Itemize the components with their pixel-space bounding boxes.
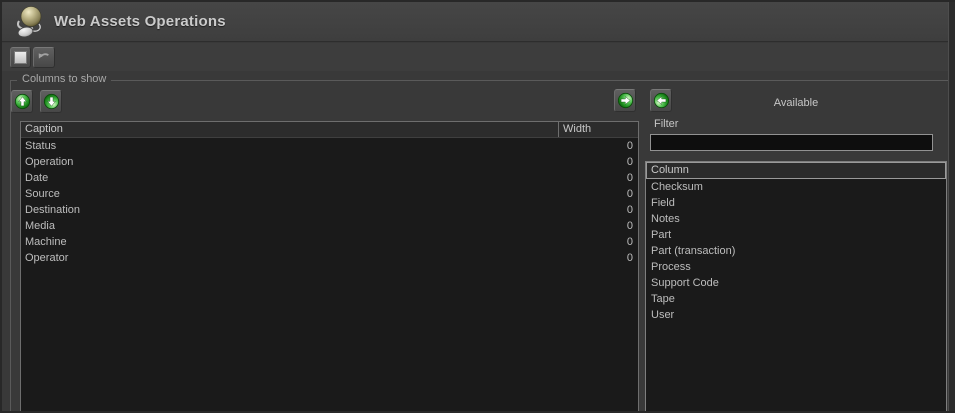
filter-label: Filter bbox=[654, 118, 678, 130]
list-item[interactable]: Notes bbox=[646, 211, 946, 227]
table-row[interactable]: Source 0 bbox=[21, 186, 638, 202]
row-caption: Date bbox=[21, 170, 558, 186]
row-caption: Destination bbox=[21, 202, 558, 218]
row-width: 0 bbox=[558, 154, 638, 170]
table-row[interactable]: Media 0 bbox=[21, 218, 638, 234]
blank-page-icon bbox=[14, 51, 27, 64]
move-down-icon bbox=[43, 93, 60, 110]
page-title: Web Assets Operations bbox=[54, 13, 226, 30]
list-item[interactable]: Process bbox=[646, 259, 946, 275]
window-right-edge bbox=[948, 2, 955, 411]
move-right-icon bbox=[617, 92, 634, 109]
row-caption: Media bbox=[21, 218, 558, 234]
new-button[interactable] bbox=[10, 47, 31, 68]
move-up-button[interactable] bbox=[11, 90, 33, 113]
list-item[interactable]: Part bbox=[646, 227, 946, 243]
filter-input[interactable] bbox=[650, 134, 933, 151]
move-up-icon bbox=[14, 93, 31, 110]
row-caption: Source bbox=[21, 186, 558, 202]
toolbar bbox=[2, 43, 948, 71]
list-item[interactable]: User bbox=[646, 307, 946, 323]
row-caption: Operator bbox=[21, 250, 558, 266]
row-width: 0 bbox=[558, 186, 638, 202]
row-caption: Machine bbox=[21, 234, 558, 250]
app-window: Web Assets Operations Columns to show bbox=[0, 0, 955, 413]
undo-arrow-icon bbox=[36, 50, 52, 66]
web-assets-app-icon bbox=[12, 4, 50, 41]
columns-table-header: Caption Width bbox=[21, 122, 638, 138]
row-caption: Status bbox=[21, 138, 558, 154]
list-item[interactable]: Checksum bbox=[646, 179, 946, 195]
row-width: 0 bbox=[558, 218, 638, 234]
undo-button[interactable] bbox=[33, 47, 55, 68]
move-right-button[interactable] bbox=[614, 89, 636, 112]
row-width: 0 bbox=[558, 250, 638, 266]
caption-column-header[interactable]: Caption bbox=[21, 122, 558, 137]
width-column-header[interactable]: Width bbox=[558, 122, 638, 137]
available-list-header[interactable]: Column bbox=[646, 162, 946, 179]
table-row[interactable]: Date 0 bbox=[21, 170, 638, 186]
table-row[interactable]: Operation 0 bbox=[21, 154, 638, 170]
table-row[interactable]: Machine 0 bbox=[21, 234, 638, 250]
row-width: 0 bbox=[558, 170, 638, 186]
table-row[interactable]: Status 0 bbox=[21, 138, 638, 154]
row-caption: Operation bbox=[21, 154, 558, 170]
table-row[interactable]: Operator 0 bbox=[21, 250, 638, 266]
list-item[interactable]: Tape bbox=[646, 291, 946, 307]
row-width: 0 bbox=[558, 202, 638, 218]
row-width: 0 bbox=[558, 138, 638, 154]
available-list: Column Checksum Field Notes Part Part (t… bbox=[645, 161, 947, 413]
available-title: Available bbox=[645, 97, 947, 109]
title-bar: Web Assets Operations bbox=[2, 2, 948, 42]
row-width: 0 bbox=[558, 234, 638, 250]
move-down-button[interactable] bbox=[40, 90, 62, 113]
columns-table: Caption Width Status 0 Operation 0 Date … bbox=[20, 121, 639, 413]
list-item[interactable]: Support Code bbox=[646, 275, 946, 291]
list-item[interactable]: Field bbox=[646, 195, 946, 211]
list-item[interactable]: Part (transaction) bbox=[646, 243, 946, 259]
columns-to-show-group-label: Columns to show bbox=[17, 73, 111, 85]
table-row[interactable]: Destination 0 bbox=[21, 202, 638, 218]
